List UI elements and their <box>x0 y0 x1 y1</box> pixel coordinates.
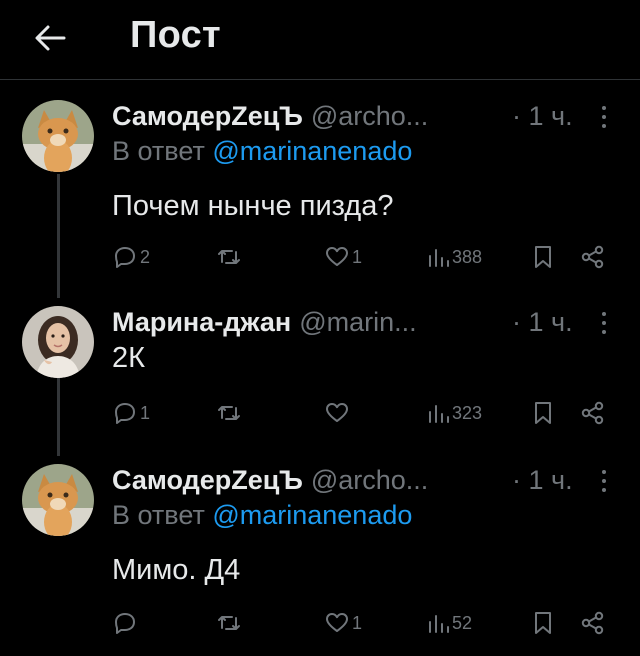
reply-icon <box>115 403 135 424</box>
share-icon <box>581 611 604 635</box>
like-button[interactable]: 1 <box>324 240 362 274</box>
views-chart-icon <box>429 405 449 423</box>
bookmark-button[interactable] <box>532 240 554 274</box>
author-handle[interactable]: @archo... <box>311 101 428 132</box>
tweet-text: 2К <box>112 342 146 374</box>
reply-icon <box>115 613 135 634</box>
tweet[interactable]: СамодерZецЪ @archo... · 1 ч. В ответ @ma… <box>0 460 640 650</box>
reply-button[interactable] <box>112 606 140 640</box>
arrow-left-icon <box>35 25 66 51</box>
view-count: 52 <box>452 612 473 633</box>
author-name[interactable]: СамодерZецЪ <box>112 465 303 496</box>
retweet-icon <box>218 616 240 630</box>
woman-avatar[interactable] <box>22 306 94 378</box>
share-button[interactable] <box>580 606 606 640</box>
tweet-actions: 1 52 <box>0 606 640 640</box>
reply-prefix: В ответ <box>112 500 213 530</box>
views-chart-icon <box>429 615 449 633</box>
author-handle[interactable]: @archo... <box>311 465 428 496</box>
page-title: Пост <box>130 14 221 56</box>
back-button[interactable] <box>28 16 72 60</box>
author-handle[interactable]: @marin... <box>299 307 416 338</box>
like-count: 1 <box>352 246 363 267</box>
more-options-button[interactable] <box>594 466 614 496</box>
bookmark-icon <box>535 246 551 268</box>
reply-button[interactable]: 1 <box>112 396 150 430</box>
like-count: 1 <box>352 612 363 633</box>
heart-icon <box>326 247 348 266</box>
reply-mention-link[interactable]: @marinanenado <box>212 136 412 166</box>
tweet-time[interactable]: · 1 ч. <box>512 304 573 340</box>
reply-count: 1 <box>140 402 151 423</box>
more-options-button[interactable] <box>594 102 614 132</box>
retweet-icon <box>218 406 240 420</box>
tweet-actions: 2 1 388 <box>0 240 640 274</box>
share-icon <box>581 245 604 269</box>
views-button[interactable]: 52 <box>426 606 472 640</box>
reply-icon <box>115 247 135 268</box>
like-button[interactable] <box>324 396 352 430</box>
tweet-text: Мимо. Д4 <box>112 554 241 586</box>
tweet-actions: 1 323 <box>0 396 640 430</box>
author-name[interactable]: Марина-джан <box>112 307 291 338</box>
tweet-text: Почем нынче пизда? <box>112 190 394 222</box>
bookmark-button[interactable] <box>532 606 554 640</box>
bookmark-button[interactable] <box>532 396 554 430</box>
views-chart-icon <box>429 249 449 267</box>
reply-mention-link[interactable]: @marinanenado <box>212 500 412 530</box>
heart-icon <box>326 403 348 422</box>
tweet[interactable]: СамодерZецЪ @archo... · 1 ч. В ответ @ma… <box>0 96 640 286</box>
top-bar: Пост <box>0 0 640 80</box>
retweet-button[interactable] <box>216 606 244 640</box>
bookmark-icon <box>535 402 551 424</box>
cat-avatar[interactable] <box>22 464 94 536</box>
retweet-button[interactable] <box>216 396 244 430</box>
heart-icon <box>326 613 348 632</box>
more-options-button[interactable] <box>594 308 614 338</box>
reply-count: 2 <box>140 246 151 267</box>
reply-context: В ответ @marinanenado <box>112 136 412 167</box>
reply-prefix: В ответ <box>112 136 213 166</box>
tweet-time[interactable]: · 1 ч. <box>512 98 573 134</box>
author-name[interactable]: СамодерZецЪ <box>112 101 303 132</box>
retweet-button[interactable] <box>216 240 244 274</box>
view-count: 388 <box>452 246 483 267</box>
share-button[interactable] <box>580 396 606 430</box>
view-count: 323 <box>452 402 483 423</box>
reply-context: В ответ @marinanenado <box>112 500 412 531</box>
bookmark-icon <box>535 612 551 634</box>
like-button[interactable]: 1 <box>324 606 362 640</box>
views-button[interactable]: 388 <box>426 240 482 274</box>
reply-button[interactable]: 2 <box>112 240 150 274</box>
share-button[interactable] <box>580 240 606 274</box>
retweet-icon <box>218 250 240 264</box>
views-button[interactable]: 323 <box>426 396 482 430</box>
share-icon <box>581 401 604 425</box>
tweet-time[interactable]: · 1 ч. <box>512 462 573 498</box>
cat-avatar[interactable] <box>22 100 94 172</box>
tweet[interactable]: Марина-джан @marin... · 1 ч. 2К 1 323 <box>0 302 640 452</box>
